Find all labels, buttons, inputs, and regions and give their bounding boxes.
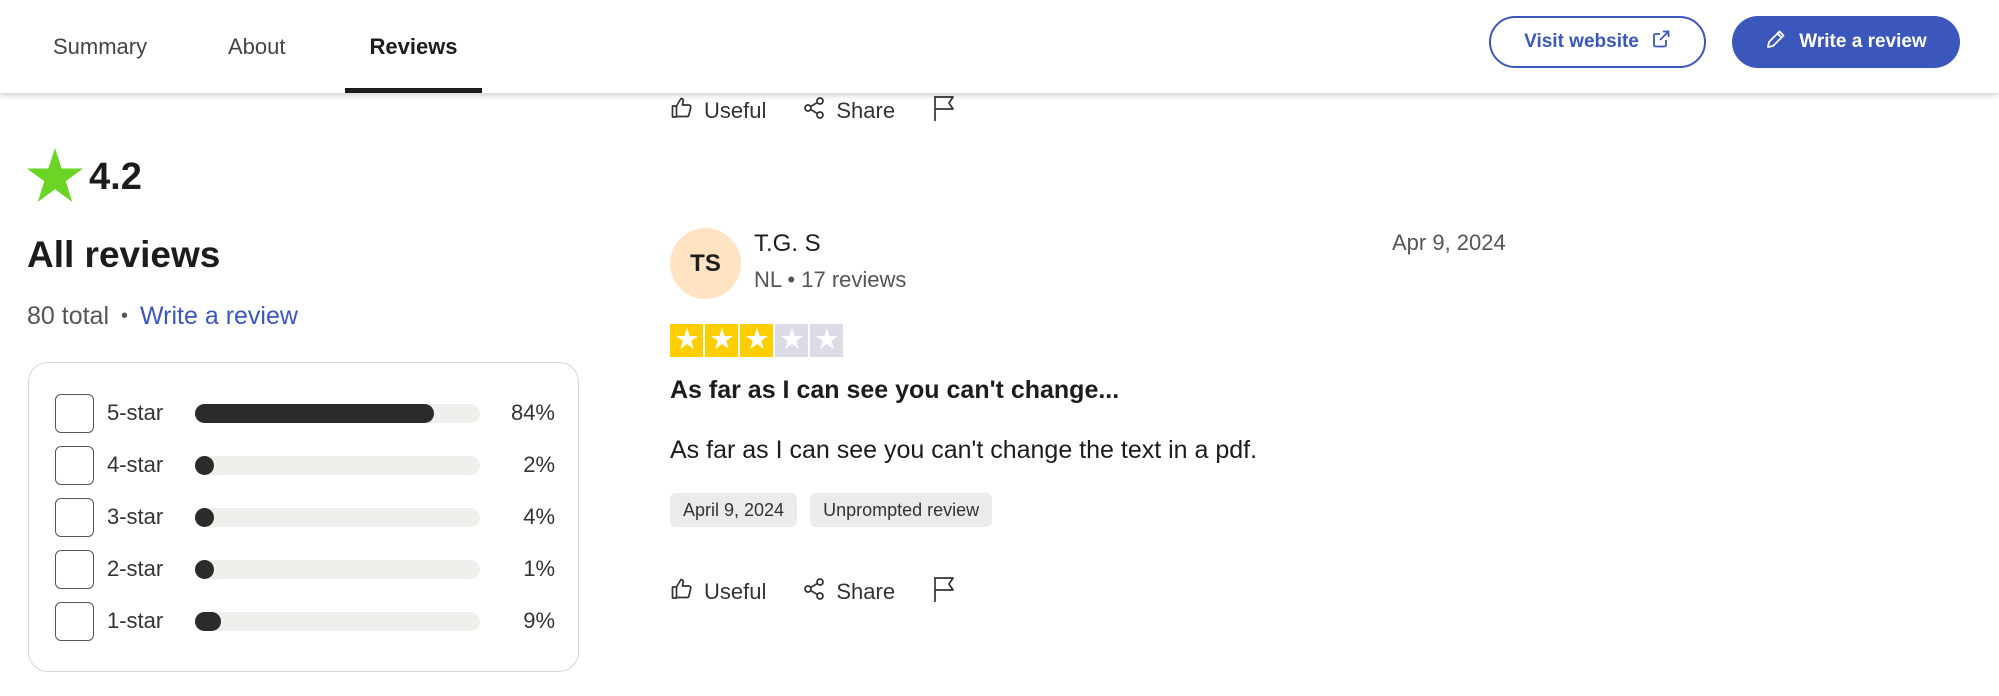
filter-checkbox[interactable] [55, 549, 94, 589]
distribution-bar-fill [195, 507, 214, 527]
filter-checkbox[interactable] [55, 497, 94, 537]
star-icon [815, 327, 838, 354]
write-review-label: Write a review [1799, 31, 1927, 52]
review-star [705, 324, 738, 357]
distribution-label: 1-star [107, 608, 164, 633]
distribution-row[interactable]: 3-star 4% [55, 497, 555, 537]
write-review-link[interactable]: Write a review [140, 302, 298, 331]
review-star-rating [670, 324, 843, 357]
review-total-line: 80 total • Write a review [27, 302, 298, 331]
review-title[interactable]: As far as I can see you can't change... [670, 376, 1119, 405]
distribution-bar [195, 611, 480, 631]
useful-label: Useful [704, 98, 767, 123]
distribution-label: 3-star [107, 504, 164, 529]
avatar-initials: TS [690, 249, 721, 277]
tab-reviews[interactable]: Reviews [345, 0, 482, 93]
unprompted-review-tag[interactable]: Unprompted review [810, 493, 993, 527]
review-star [670, 324, 703, 357]
useful-button[interactable]: Useful [670, 577, 766, 607]
distribution-bar-fill [195, 611, 221, 631]
all-reviews-heading: All reviews [27, 234, 221, 275]
star-icon [745, 327, 768, 354]
distribution-row[interactable]: 2-star 1% [55, 549, 555, 589]
share-label: Share [836, 98, 896, 123]
share-icon [802, 577, 826, 607]
share-button[interactable]: Share [802, 577, 895, 607]
review-star [810, 324, 843, 357]
reviewer-meta: NL • 17 reviews [754, 267, 907, 292]
filter-checkbox[interactable] [55, 601, 94, 641]
filter-checkbox[interactable] [55, 393, 94, 433]
distribution-row[interactable]: 1-star 9% [55, 601, 555, 641]
overall-rating: 4.2 [27, 148, 142, 207]
tab-reviews-label: Reviews [369, 33, 458, 59]
separator-dot: • [121, 305, 129, 327]
review-star [775, 324, 808, 357]
avatar[interactable]: TS [670, 228, 741, 299]
distribution-bar [195, 507, 480, 527]
distribution-percent: 2% [523, 452, 555, 477]
distribution-percent: 1% [523, 556, 555, 581]
distribution-bar [195, 455, 480, 475]
distribution-bar-fill [195, 559, 214, 579]
visit-website-button[interactable]: Visit website [1489, 16, 1706, 68]
star-icon [675, 327, 698, 354]
rating-value: 4.2 [89, 156, 142, 198]
thumbs-up-icon [670, 577, 694, 607]
top-navigation-bar: Summary About Reviews Visit website Writ… [0, 0, 1999, 93]
report-flag-button[interactable] [931, 94, 957, 128]
active-tab-indicator [345, 88, 482, 93]
write-review-button[interactable]: Write a review [1732, 16, 1960, 68]
useful-label: Useful [704, 579, 767, 604]
rating-distribution-panel: 5-star 84% 4-star 2% 3-star 4% 2-star 1%… [28, 362, 579, 672]
share-icon [802, 96, 826, 126]
flag-icon [931, 94, 957, 128]
previous-review-actions: Useful Share [670, 94, 957, 128]
total-count: 80 total [27, 302, 110, 330]
distribution-label: 4-star [107, 452, 164, 477]
review-date: Apr 9, 2024 [1392, 230, 1506, 255]
tab-summary[interactable]: Summary [53, 0, 147, 93]
star-icon [710, 327, 733, 354]
distribution-row[interactable]: 4-star 2% [55, 445, 555, 485]
distribution-label: 2-star [107, 556, 164, 581]
share-button[interactable]: Share [802, 96, 895, 126]
distribution-bar-fill [195, 455, 214, 475]
star-icon [27, 148, 83, 207]
flag-icon [931, 575, 957, 609]
date-of-experience-tag: April 9, 2024 [670, 493, 798, 527]
external-link-icon [1651, 29, 1671, 55]
reviewer-name[interactable]: T.G. S [754, 230, 821, 258]
distribution-bar [195, 559, 480, 579]
distribution-percent: 84% [510, 400, 555, 425]
report-flag-button[interactable] [931, 575, 957, 609]
thumbs-up-icon [670, 96, 694, 126]
review-body: As far as I can see you can't change the… [670, 436, 1258, 464]
distribution-label: 5-star [107, 400, 164, 425]
star-icon [780, 327, 803, 354]
distribution-bar-fill [195, 403, 435, 423]
distribution-row[interactable]: 5-star 84% [55, 393, 555, 433]
distribution-bar [195, 403, 480, 423]
review-star [740, 324, 773, 357]
distribution-percent: 9% [523, 608, 555, 633]
distribution-percent: 4% [523, 504, 555, 529]
tab-about[interactable]: About [228, 0, 286, 93]
visit-website-label: Visit website [1524, 31, 1639, 52]
review-actions: Useful Share [670, 575, 957, 609]
share-label: Share [836, 579, 896, 604]
pencil-icon [1765, 28, 1787, 56]
useful-button[interactable]: Useful [670, 96, 766, 126]
filter-checkbox[interactable] [55, 445, 94, 485]
review-tags: April 9, 2024 Unprompted review [670, 493, 993, 527]
